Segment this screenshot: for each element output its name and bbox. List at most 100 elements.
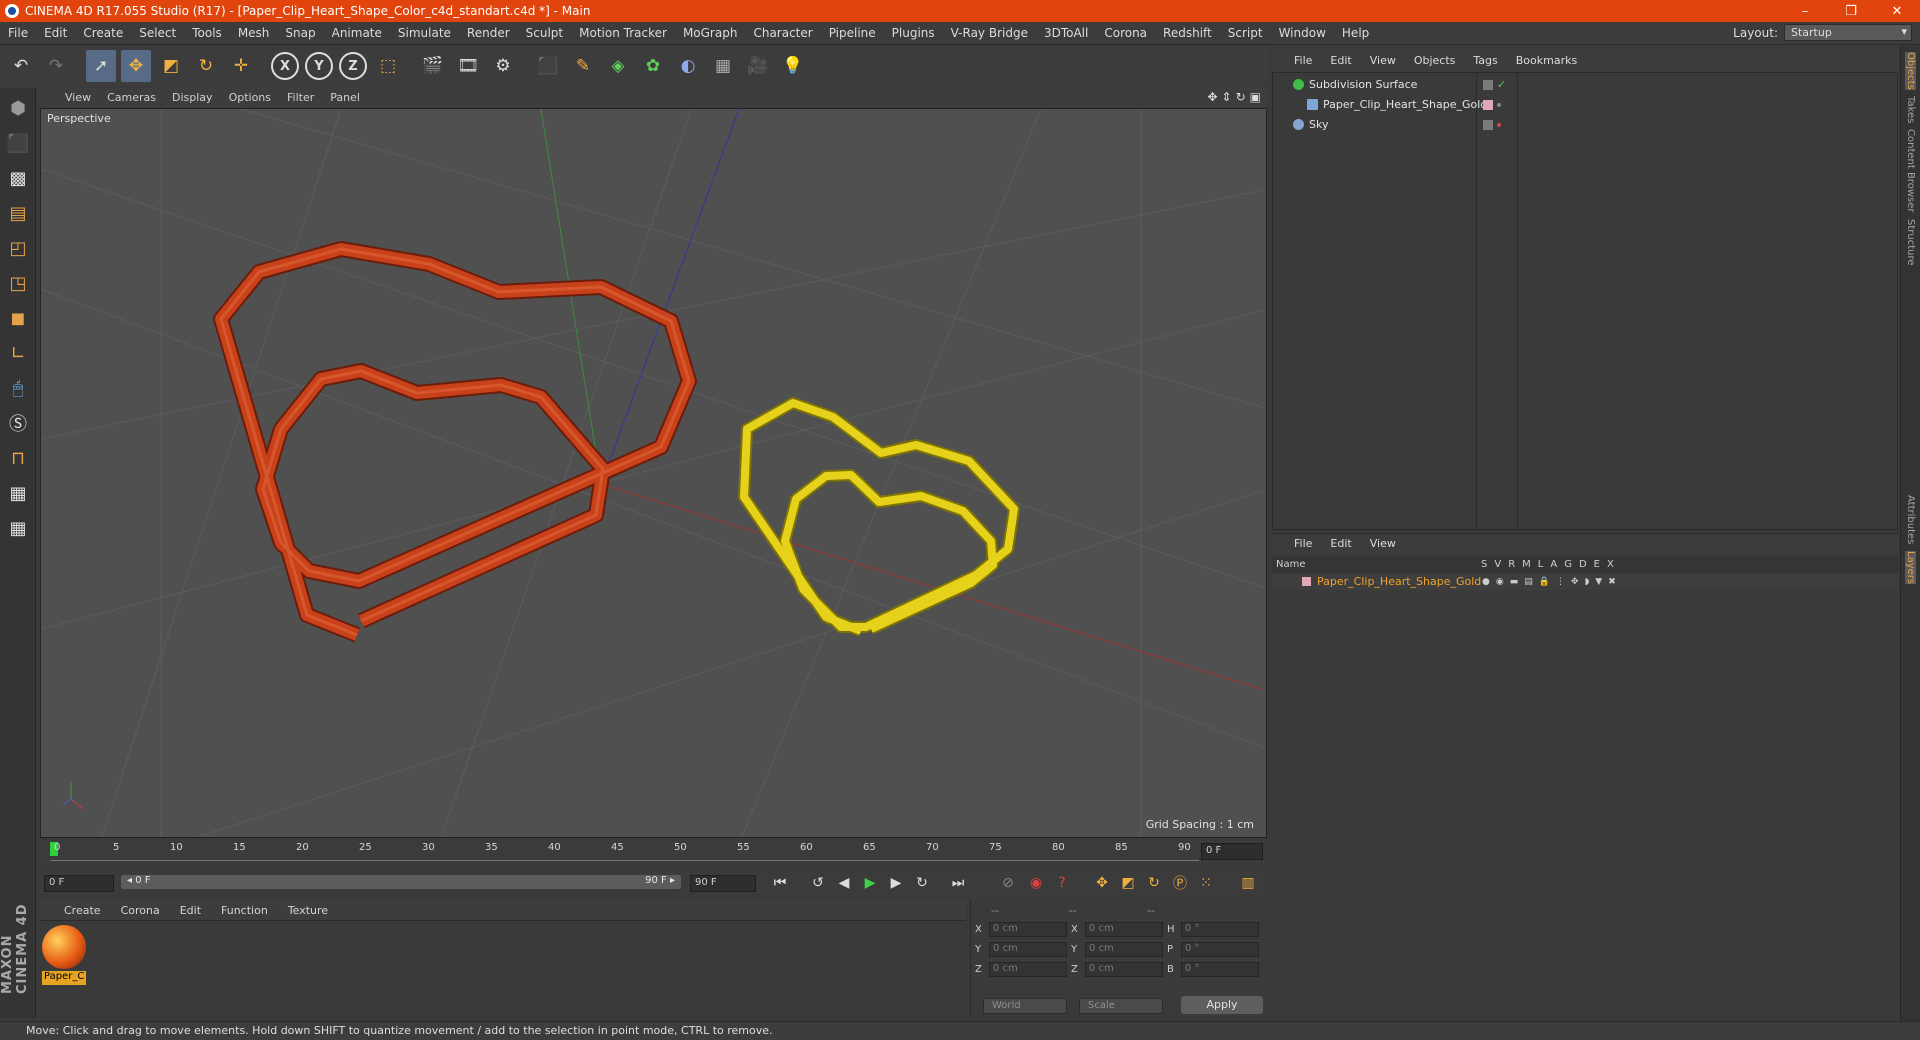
size-x-field[interactable]: 0 cm <box>1085 922 1163 937</box>
objects-menu-bookmarks[interactable]: Bookmarks <box>1516 54 1577 67</box>
menu-select[interactable]: Select <box>131 26 184 40</box>
tab-structure[interactable]: Structure <box>1905 219 1916 266</box>
menu-snap[interactable]: Snap <box>277 26 323 40</box>
object-row-sky[interactable]: Sky <box>1273 115 1897 134</box>
objects-menu-view[interactable]: View <box>1370 54 1396 67</box>
pos-z-field[interactable]: 0 cm <box>989 962 1067 977</box>
light-icon[interactable]: 💡 <box>778 50 808 82</box>
points-mode-icon[interactable]: ◰ <box>3 233 33 263</box>
previous-frame-icon[interactable]: ◀ <box>832 872 856 894</box>
workplane-lock-icon[interactable]: ▦ <box>3 478 33 508</box>
redo-icon[interactable]: ↷ <box>41 50 71 82</box>
locked-column[interactable]: L <box>1538 559 1544 570</box>
key-parameter-icon[interactable]: Ⓟ <box>1168 872 1192 894</box>
key-position-icon[interactable]: ✥ <box>1090 872 1114 894</box>
start-frame-field[interactable]: 0 F <box>44 875 114 892</box>
view-column[interactable]: V <box>1494 559 1501 570</box>
layer-name[interactable]: Paper_Clip_Heart_Shape_Gold <box>1317 575 1481 588</box>
y-axis-lock-button[interactable]: Y <box>305 52 333 80</box>
dolly-view-icon[interactable]: ⇕ <box>1222 90 1232 104</box>
key-scale-icon[interactable]: ◩ <box>1116 872 1140 894</box>
polygons-mode-icon[interactable]: ◼ <box>3 303 33 333</box>
rotate-tool-icon[interactable]: ↻ <box>191 50 221 82</box>
animation-icon[interactable]: ⋮ <box>1556 577 1565 587</box>
material-menu-function[interactable]: Function <box>221 904 268 917</box>
deformer-icon[interactable]: ◐ <box>673 50 703 82</box>
timeline-window-icon[interactable]: ▥ <box>1236 872 1260 894</box>
camera-icon[interactable]: 🎥 <box>743 50 773 82</box>
layers-menu-file[interactable]: File <box>1294 537 1312 550</box>
planar-workplane-icon[interactable]: ▦ <box>3 513 33 543</box>
rot-b-field[interactable]: 0 ° <box>1181 962 1259 977</box>
z-axis-lock-button[interactable]: Z <box>339 52 367 80</box>
visibility-dot[interactable] <box>1497 102 1501 107</box>
menu-file[interactable]: File <box>0 26 36 40</box>
render-picture-viewer-icon[interactable]: 🎞 <box>453 50 483 82</box>
close-button[interactable]: ✕ <box>1874 4 1920 19</box>
solo-mode-icon[interactable]: Ⓢ <box>3 408 33 438</box>
tab-objects[interactable]: Objects <box>1905 52 1916 90</box>
size-y-field[interactable]: 0 cm <box>1085 942 1163 957</box>
menu-create[interactable]: Create <box>75 26 131 40</box>
key-rotation-icon[interactable]: ↻ <box>1142 872 1166 894</box>
loop-icon[interactable]: ↻ <box>910 872 934 894</box>
menu-tools[interactable]: Tools <box>184 26 230 40</box>
tweak-mode-icon[interactable]: 🖱 <box>3 373 33 403</box>
menu-window[interactable]: Window <box>1271 26 1334 40</box>
render-clapper-icon[interactable]: ▬ <box>1510 577 1519 587</box>
tab-content-browser[interactable]: Content Browser <box>1905 129 1916 212</box>
menu-edit[interactable]: Edit <box>36 26 75 40</box>
material-menu-edit[interactable]: Edit <box>180 904 201 917</box>
layers-menu-edit[interactable]: Edit <box>1330 537 1351 550</box>
make-editable-icon[interactable]: ⬢ <box>3 93 33 123</box>
coordinate-space-dropdown[interactable]: World <box>983 998 1067 1014</box>
material-menu-corona[interactable]: Corona <box>121 904 160 917</box>
visibility-dot[interactable] <box>1497 122 1501 127</box>
floor-environment-icon[interactable]: ▦ <box>708 50 738 82</box>
tab-takes[interactable]: Takes <box>1905 96 1916 123</box>
manager-column[interactable]: M <box>1522 559 1531 570</box>
pos-y-field[interactable]: 0 cm <box>989 942 1067 957</box>
viewport-menu-display[interactable]: Display <box>172 91 223 104</box>
rot-p-field[interactable]: 0 ° <box>1181 942 1259 957</box>
deformers-column[interactable]: D <box>1579 559 1587 570</box>
menu-redshift[interactable]: Redshift <box>1155 26 1220 40</box>
apply-button[interactable]: Apply <box>1181 996 1263 1014</box>
layers-menu-view[interactable]: View <box>1370 537 1396 550</box>
menu-mesh[interactable]: Mesh <box>230 26 278 40</box>
next-frame-icon[interactable]: ▶ <box>884 872 908 894</box>
rot-h-field[interactable]: 0 ° <box>1181 922 1259 937</box>
scale-tool-icon[interactable]: ◩ <box>156 50 186 82</box>
objects-menu-tags[interactable]: Tags <box>1473 54 1497 67</box>
expressions-column[interactable]: E <box>1594 559 1600 570</box>
menu-sculpt[interactable]: Sculpt <box>518 26 571 40</box>
xref-icon[interactable]: ✖ <box>1608 577 1616 587</box>
coordinate-system-icon[interactable]: ⬚ <box>373 50 403 82</box>
viewport-menu-panel[interactable]: Panel <box>330 91 370 104</box>
tab-attributes[interactable]: Attributes <box>1905 495 1916 544</box>
maximize-button[interactable]: ❐ <box>1828 4 1874 19</box>
material-preview-ball[interactable] <box>42 925 86 969</box>
menu-corona[interactable]: Corona <box>1096 26 1155 40</box>
gold-heart-paper-clip[interactable] <box>738 397 1020 637</box>
solo-column[interactable]: S <box>1481 559 1487 570</box>
select-arrow-icon[interactable]: ➚ <box>86 50 116 82</box>
spline-pen-icon[interactable]: ✎ <box>568 50 598 82</box>
size-z-field[interactable]: 0 cm <box>1085 962 1163 977</box>
lock-icon[interactable]: 🔒 <box>1539 577 1550 587</box>
minimize-button[interactable]: – <box>1782 4 1828 19</box>
menu-animate[interactable]: Animate <box>324 26 390 40</box>
generator-icon[interactable]: ✥ <box>1571 577 1579 587</box>
transform-tool-icon[interactable]: ✛ <box>226 50 256 82</box>
subdivision-nurbs-icon[interactable]: ◈ <box>603 50 633 82</box>
previous-key-icon[interactable]: ↺ <box>806 872 830 894</box>
cube-primitive-icon[interactable]: ⬛ <box>533 50 563 82</box>
object-row-subdivision-surface[interactable]: Subdivision Surface ✓ <box>1273 75 1897 94</box>
generators-column[interactable]: G <box>1564 559 1572 570</box>
pos-x-field[interactable]: 0 cm <box>989 922 1067 937</box>
expression-icon[interactable]: ▼ <box>1595 577 1602 587</box>
red-heart-paper-clip[interactable] <box>213 241 697 643</box>
view-eye-icon[interactable]: ◉ <box>1496 577 1504 587</box>
maximize-view-icon[interactable]: ▣ <box>1250 90 1261 104</box>
record-keys-disabled-icon[interactable]: ⊘ <box>996 872 1020 894</box>
